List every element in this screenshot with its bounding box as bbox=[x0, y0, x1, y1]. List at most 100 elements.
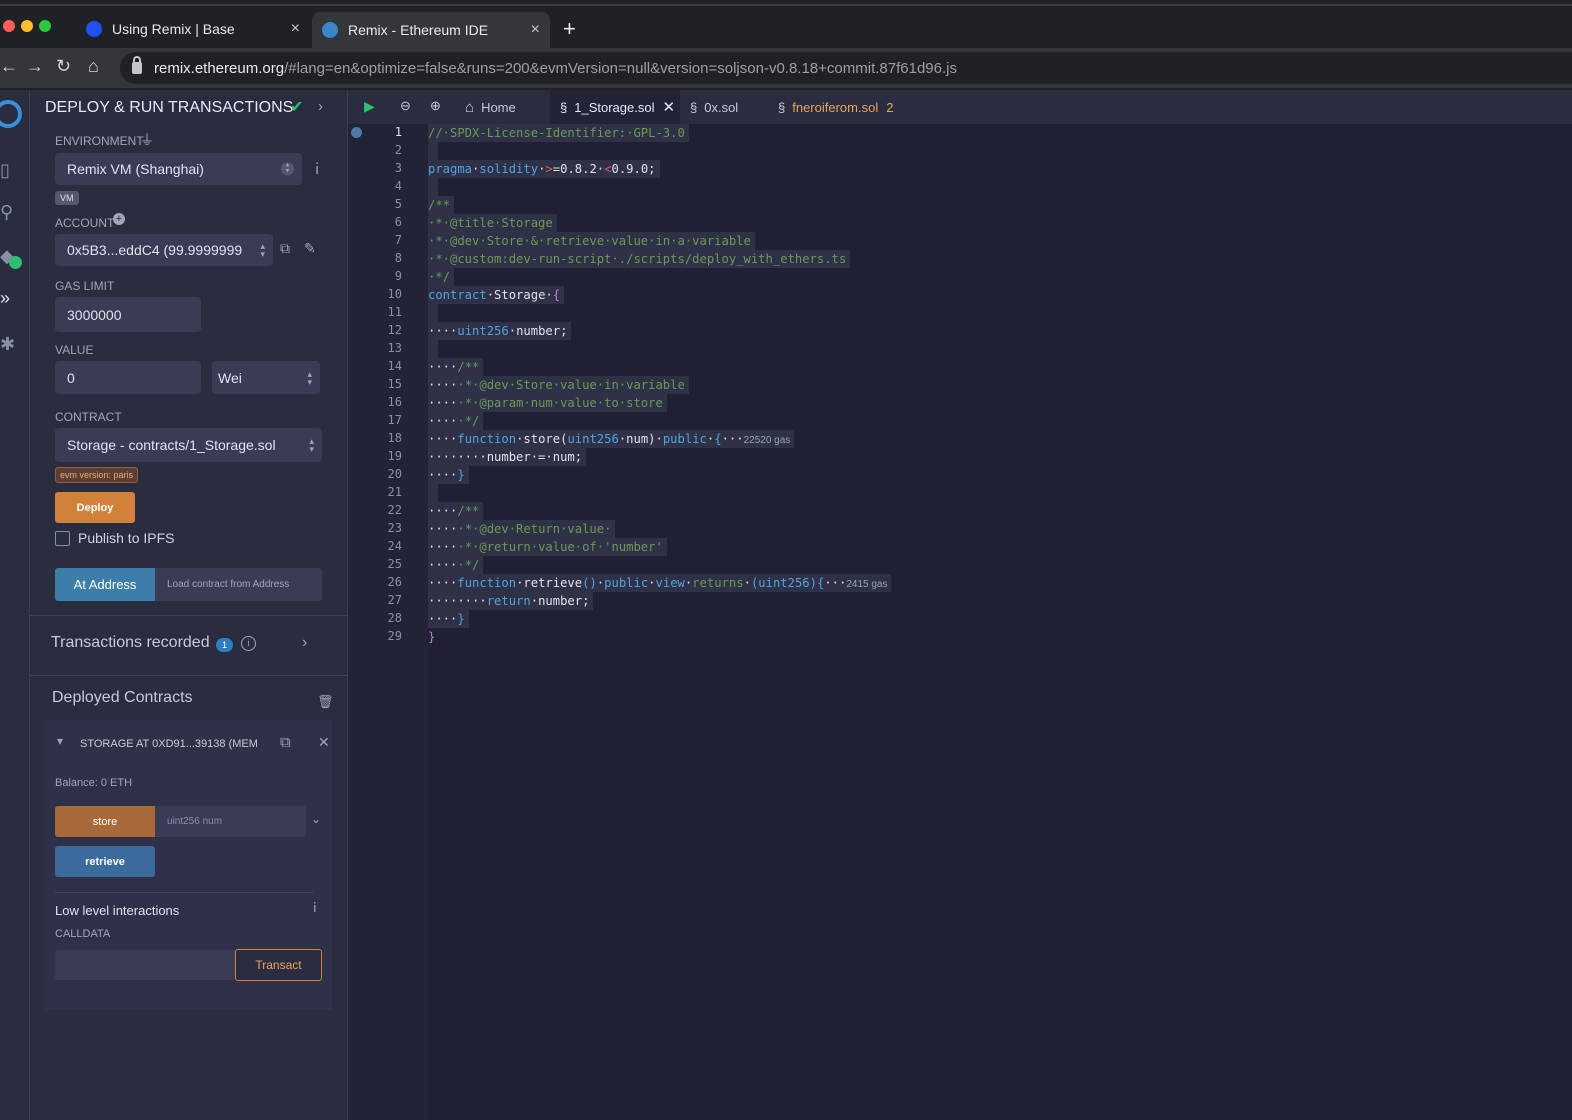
store-input[interactable]: uint256 num bbox=[155, 806, 306, 837]
line-number: 18 bbox=[387, 431, 402, 445]
load-contract-input[interactable]: Load contract from Address bbox=[155, 568, 322, 601]
tab-0x-sol[interactable]: § 0x.sol bbox=[690, 90, 770, 124]
trash-icon[interactable]: 🗑 bbox=[317, 694, 334, 710]
contract-select[interactable]: Storage - contracts/1_Storage.sol ▴ ▾ bbox=[55, 428, 322, 462]
value-unit-select[interactable]: Wei ▴ ▾ bbox=[212, 361, 320, 394]
code-line: ····/** bbox=[428, 358, 484, 376]
value-label: VALUE bbox=[55, 343, 94, 357]
browser-tab-remix[interactable]: Remix - Ethereum IDE × bbox=[312, 12, 550, 48]
zoom-out-icon[interactable]: ⊖ bbox=[400, 98, 411, 114]
info-icon[interactable]: i bbox=[241, 636, 256, 651]
code-line bbox=[428, 178, 438, 196]
top-border bbox=[0, 4, 1572, 6]
divider bbox=[30, 615, 348, 616]
chevron-right-icon[interactable]: › bbox=[302, 634, 307, 652]
environment-select[interactable]: Remix VM (Shanghai) ▴ ▾ bbox=[55, 153, 302, 185]
deploy-button[interactable]: Deploy bbox=[55, 492, 135, 523]
maximize-window-button[interactable] bbox=[39, 20, 51, 32]
info-icon[interactable]: ⅰ bbox=[315, 160, 319, 178]
select-arrows-icon: ▴ ▾ bbox=[260, 241, 265, 259]
publish-ipfs-label: Publish to IPFS bbox=[78, 530, 175, 546]
error-count: 2 bbox=[886, 99, 894, 115]
divider bbox=[30, 675, 348, 676]
account-select[interactable]: 0x5B3...eddC4 (99.9999999 ▴ ▾ bbox=[55, 234, 273, 266]
new-tab-button[interactable]: + bbox=[563, 16, 576, 42]
account-value: 0x5B3...eddC4 (99.9999999 bbox=[67, 242, 243, 258]
environment-label: ENVIRONMENT bbox=[55, 134, 144, 148]
code-line: ········number·=·num; bbox=[428, 448, 587, 466]
close-icon[interactable]: ✕ bbox=[318, 734, 330, 751]
browser-tab-base[interactable]: Using Remix | Base × bbox=[76, 12, 310, 46]
store-button[interactable]: store bbox=[55, 806, 155, 837]
transact-button[interactable]: Transact bbox=[235, 949, 322, 981]
line-number: 5 bbox=[394, 197, 402, 211]
reload-icon[interactable]: ↻ bbox=[56, 56, 71, 77]
code-line: ·····*·@dev·Store·value·in·variable bbox=[428, 376, 689, 394]
close-tab-icon[interactable]: × bbox=[291, 20, 300, 38]
transactions-count-badge: 1 bbox=[216, 638, 234, 652]
value-input[interactable]: 0 bbox=[55, 361, 201, 394]
publish-ipfs-checkbox[interactable] bbox=[55, 531, 70, 546]
info-icon[interactable]: ⅰ bbox=[313, 900, 317, 916]
account-label: ACCOUNT bbox=[55, 216, 115, 230]
minimize-window-button[interactable] bbox=[21, 20, 33, 32]
close-window-button[interactable] bbox=[3, 20, 15, 32]
editor-tabs: ▶ ⊖ ⊕ ⌂ Home § 1_Storage.sol ✕ § 0x.sol … bbox=[348, 90, 1572, 124]
close-tab-icon[interactable]: × bbox=[531, 21, 540, 39]
code-line: ····function·retrieve()·public·view·retu… bbox=[428, 574, 892, 592]
copy-icon[interactable]: ⧉ bbox=[280, 734, 291, 751]
add-account-icon[interactable]: + bbox=[113, 213, 125, 225]
zoom-in-icon[interactable]: ⊕ bbox=[430, 98, 441, 114]
code-line: ····} bbox=[428, 610, 469, 628]
gas-limit-input[interactable]: 3000000 bbox=[55, 297, 201, 332]
line-number: 27 bbox=[387, 593, 402, 607]
forward-icon[interactable]: → bbox=[26, 56, 44, 77]
file-icon: § bbox=[778, 99, 786, 115]
file-explorer-icon[interactable]: ▯ bbox=[0, 160, 30, 181]
retrieve-button[interactable]: retrieve bbox=[55, 846, 155, 877]
line-number: 23 bbox=[387, 521, 402, 535]
calldata-input[interactable] bbox=[55, 950, 235, 980]
code-line: ····function·store(uint256·num)·public·{… bbox=[428, 430, 795, 448]
code-line: ·····*/ bbox=[428, 556, 484, 574]
tab-fneroiferom-sol[interactable]: § fneroiferom.sol 2 bbox=[778, 90, 918, 124]
divider bbox=[55, 892, 313, 893]
tab-1-storage-sol[interactable]: § 1_Storage.sol ✕ bbox=[550, 90, 680, 124]
url-path: /#lang=en&optimize=false&runs=200&evmVer… bbox=[284, 59, 957, 77]
code-line: contract·Storage·{ bbox=[428, 286, 565, 304]
code-line: ·····*·@return·value·of·'number' bbox=[428, 538, 667, 556]
debugger-icon[interactable]: ✱ bbox=[0, 334, 30, 355]
deploy-run-panel: DEPLOY & RUN TRANSACTIONS ✔ › ENVIRONMEN… bbox=[30, 90, 348, 1120]
run-script-icon[interactable]: ▶ bbox=[364, 98, 375, 115]
at-address-button[interactable]: At Address bbox=[55, 568, 155, 601]
check-icon: ✔ bbox=[290, 99, 304, 116]
address-bar[interactable]: remix.ethereum.org /#lang=en&optimize=fa… bbox=[120, 52, 1572, 84]
tab-home[interactable]: ⌂ Home bbox=[465, 90, 545, 124]
plug-icon[interactable]: ⏚ bbox=[140, 130, 154, 150]
deploy-run-icon[interactable]: » bbox=[0, 288, 30, 309]
line-number: 2 bbox=[394, 143, 402, 157]
code-line: ·*·@custom:dev-run-script·./scripts/depl… bbox=[428, 250, 851, 268]
code-line: ·····*·@dev·Return·value· bbox=[428, 520, 616, 538]
chevron-down-icon[interactable]: ▾ bbox=[57, 734, 63, 748]
search-icon[interactable]: ⚲ bbox=[0, 202, 30, 223]
back-icon[interactable]: ← bbox=[0, 56, 18, 77]
contract-label: CONTRACT bbox=[55, 410, 122, 424]
instance-title[interactable]: STORAGE AT 0XD91...39138 (MEM bbox=[80, 738, 258, 750]
line-number: 19 bbox=[387, 449, 402, 463]
code-line: } bbox=[428, 630, 436, 644]
home-icon[interactable]: ⌂ bbox=[88, 56, 99, 77]
breakpoint-icon[interactable] bbox=[351, 127, 362, 138]
code-editor[interactable]: //·SPDX-License-Identifier:·GPL-3.0 prag… bbox=[428, 124, 1572, 1120]
edit-icon[interactable]: ✎ bbox=[304, 240, 316, 257]
code-line: //·SPDX-License-Identifier:·GPL-3.0 bbox=[428, 124, 689, 142]
line-number: 4 bbox=[394, 179, 402, 193]
chevron-right-icon[interactable]: › bbox=[318, 98, 323, 115]
close-tab-icon[interactable]: ✕ bbox=[662, 98, 675, 116]
chevron-down-icon[interactable]: ⌄ bbox=[311, 812, 321, 826]
code-line: /** bbox=[428, 196, 455, 214]
solidity-compiler-icon[interactable]: ◆ bbox=[0, 246, 30, 269]
remix-logo-icon[interactable] bbox=[0, 96, 30, 135]
copy-icon[interactable]: ⧉ bbox=[280, 240, 290, 257]
line-number: 22 bbox=[387, 503, 402, 517]
